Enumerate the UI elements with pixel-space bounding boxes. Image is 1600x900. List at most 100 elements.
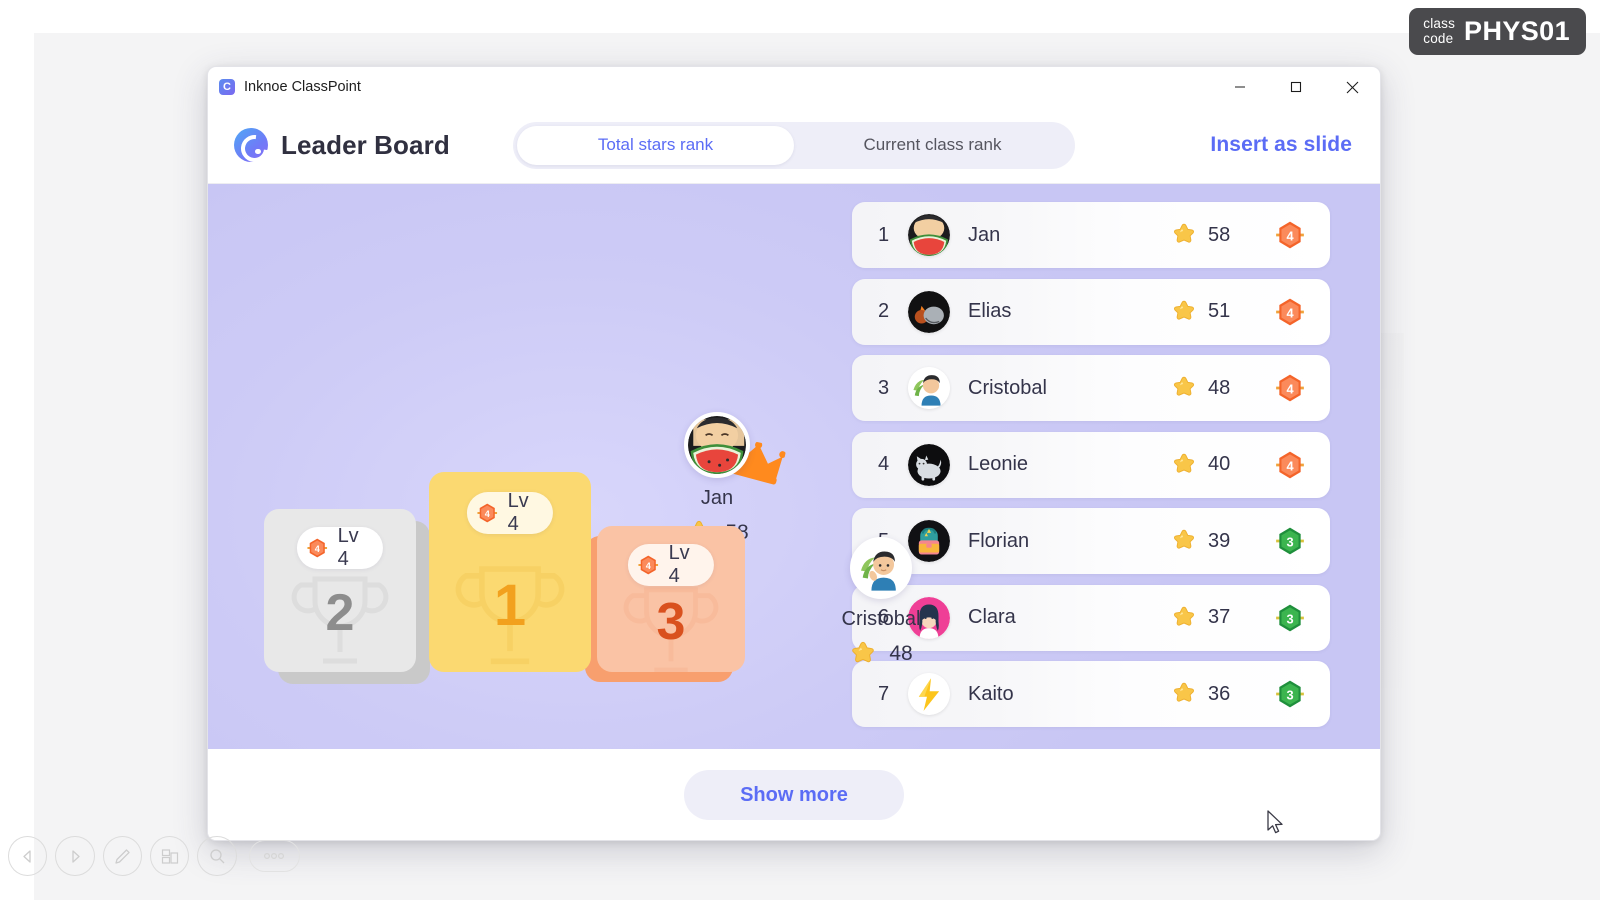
pen-icon[interactable]: [102, 836, 143, 876]
rank-position: 1: [878, 223, 890, 246]
avatar-football-helmet: [908, 290, 950, 333]
star-score: 48: [1171, 375, 1236, 401]
level-badge-icon: 3: [1276, 604, 1304, 631]
window-controls: [1212, 67, 1380, 107]
level-number: 4: [485, 509, 490, 519]
podium-rank-2: 2: [325, 584, 355, 642]
next-slide-icon[interactable]: [55, 836, 95, 876]
star-icon: [1173, 606, 1195, 626]
level-badge: 3: [1270, 678, 1310, 710]
table-row[interactable]: 7 Kaito 36 3: [852, 661, 1330, 727]
star-icon: [1173, 453, 1195, 473]
avatar-cat: [908, 443, 950, 486]
level-badge-icon: 3: [1276, 527, 1304, 555]
level-number: 4: [315, 544, 320, 554]
student-name: Kaito: [968, 682, 1014, 705]
brand: Leader Board: [234, 128, 450, 162]
star-icon: [1173, 300, 1195, 320]
close-icon[interactable]: [1324, 67, 1380, 107]
more-options-icon[interactable]: [248, 840, 300, 872]
student-name: Jan: [968, 223, 1001, 246]
leaderboard-footer: Show more: [208, 749, 1380, 840]
level-badge: 4: [1270, 372, 1310, 404]
leaderboard-header: Leader Board Total stars rank Current cl…: [208, 107, 1380, 184]
zoom-magnifier-icon[interactable]: [197, 836, 237, 876]
maximize-icon[interactable]: [1268, 67, 1324, 107]
podium-name-3: Cristobal: [841, 608, 921, 630]
window-title: Inknoe ClassPoint: [244, 79, 361, 95]
podium-level-pill-2: 4 Lv 4: [296, 525, 384, 570]
page-title: Leader Board: [281, 129, 450, 160]
class-code-label: class code: [1423, 15, 1456, 46]
level-badge-icon: 4: [307, 538, 328, 558]
table-row[interactable]: 1 Jan 58 4: [852, 202, 1330, 268]
star-score: 58: [1171, 222, 1236, 248]
leaderboard-body: Elias 51: [208, 184, 1380, 749]
student-name: Cristobal: [968, 376, 1047, 399]
rank-position: 3: [878, 376, 890, 399]
avatar: [850, 537, 912, 599]
star-score: 51: [1171, 299, 1236, 325]
student-name: Clara: [968, 606, 1016, 628]
level-number: 4: [1286, 458, 1294, 473]
student-name: Florian: [968, 529, 1030, 552]
insert-as-slide-button[interactable]: Insert as slide: [1210, 133, 1352, 157]
minimize-icon[interactable]: [1212, 67, 1268, 107]
classpoint-leaderboard-window: C Inknoe ClassPoint Leader Board Total s…: [207, 66, 1381, 841]
classpoint-logo-icon: [234, 128, 268, 162]
podium-level-label-1: Lv 4: [507, 490, 529, 535]
table-row[interactable]: 2 Elias 51 4: [852, 278, 1330, 345]
avatar: [908, 443, 950, 486]
level-badge: 4: [1270, 449, 1310, 481]
podium-level-label-2: Lv 4: [337, 525, 359, 570]
level-badge: 4: [1270, 219, 1310, 251]
level-badge-icon: 4: [1276, 374, 1304, 402]
star-count: 58: [1208, 223, 1231, 246]
window-titlebar: C Inknoe ClassPoint: [208, 67, 1380, 107]
level-badge: 4: [1270, 296, 1310, 328]
show-more-button[interactable]: Show more: [684, 770, 904, 820]
level-number: 4: [1286, 228, 1294, 243]
screen: class code PHYS01 C Inknoe ClassPoint Le…: [0, 0, 1600, 900]
star-count: 36: [1208, 682, 1231, 705]
student-name: Elias: [968, 300, 1012, 322]
podium-level-label-3: Lv 4: [668, 542, 690, 587]
rank-position: 4: [878, 453, 890, 475]
tab-total-stars-rank[interactable]: Total stars rank: [517, 125, 794, 165]
level-badge-icon: 4: [1276, 298, 1304, 325]
avatar-gardener: [908, 367, 950, 409]
level-number: 3: [1286, 611, 1293, 626]
level-badge-icon: 4: [477, 503, 498, 523]
avatar-watermelon-kid: [908, 214, 950, 256]
class-code-label-line1: class: [1423, 15, 1456, 31]
mouse-pointer-icon: [1266, 810, 1286, 843]
podium-rank-3: 3: [656, 593, 686, 651]
star-count: 48: [1208, 376, 1231, 399]
star-icon: [1173, 529, 1195, 549]
table-row[interactable]: 3 Cristobal 48 4: [852, 355, 1330, 421]
tab-current-class-rank[interactable]: Current class rank: [794, 126, 1071, 165]
star-icon: [1173, 376, 1195, 396]
avatar-lightning: [908, 673, 950, 715]
level-number: 3: [1286, 534, 1293, 549]
podium-block-2: 2 4 Lv 4: [264, 509, 430, 684]
previous-slide-icon[interactable]: [8, 836, 48, 876]
level-number: 4: [1286, 305, 1294, 320]
rank-position: 7: [878, 682, 890, 705]
rank-mode-tabs: Total stars rank Current class rank: [513, 121, 1075, 169]
podium-area: Elias 51: [208, 184, 920, 749]
class-code-value: PHYS01: [1464, 16, 1570, 46]
star-score: 40: [1171, 452, 1236, 478]
level-badge: 3: [1270, 602, 1310, 634]
rank-position: 2: [878, 300, 890, 322]
podium-stars-3: 48: [889, 642, 913, 665]
level-number: 4: [1286, 381, 1294, 396]
avatar: [908, 290, 950, 333]
slide-thumbnails-icon[interactable]: [150, 836, 190, 876]
avatar: [908, 214, 950, 256]
level-number: 3: [1286, 687, 1293, 702]
star-count: 39: [1208, 529, 1231, 552]
podium-level-pill-1: 4 Lv 4: [466, 490, 554, 535]
level-number: 4: [646, 561, 651, 571]
table-row[interactable]: 4 Leonie 40 4: [852, 431, 1330, 498]
